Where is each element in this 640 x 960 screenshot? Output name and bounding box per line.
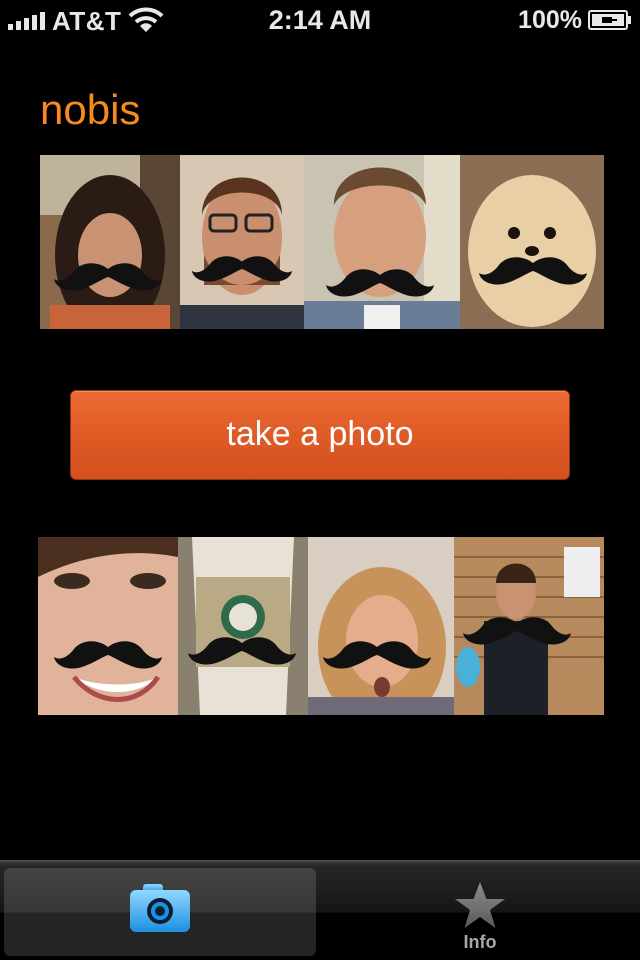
man-with-toy-mustache-photo <box>454 537 604 715</box>
tab-info-label: Info <box>463 932 497 952</box>
man-with-glasses-mustache-photo <box>180 155 304 329</box>
photo-strip-bottom <box>38 537 604 715</box>
mustache-icon <box>188 637 296 665</box>
tab-bar: Info <box>0 860 640 960</box>
smiling-woman-mustache-photo <box>38 537 178 715</box>
battery-percent: 100% <box>518 6 582 34</box>
tab-info[interactable]: Info <box>324 868 636 956</box>
woman-with-mustache-photo <box>40 155 180 329</box>
mustache-icon <box>191 256 293 282</box>
mustache-icon <box>463 617 571 645</box>
man-with-mustache-photo <box>304 155 460 329</box>
take-photo-button[interactable]: take a photo <box>70 390 570 480</box>
app-title: nobis <box>40 86 141 133</box>
battery-charging-icon <box>588 10 631 30</box>
star-icon <box>455 882 505 928</box>
status-bar: AT&T 2:14 AM 100% <box>0 0 640 40</box>
mustache-icon <box>54 641 162 669</box>
tab-camera[interactable] <box>4 868 316 956</box>
mustache-icon <box>479 257 587 285</box>
dog-with-mustache-photo <box>460 155 604 329</box>
mustache-icon <box>326 269 434 297</box>
coffee-cup-mustache-photo <box>178 537 308 715</box>
mustache-icon <box>54 263 162 291</box>
mustache-icon <box>323 641 431 669</box>
camera-icon <box>130 884 190 932</box>
photo-strip-top <box>40 155 604 329</box>
blonde-woman-mustache-photo <box>308 537 454 715</box>
